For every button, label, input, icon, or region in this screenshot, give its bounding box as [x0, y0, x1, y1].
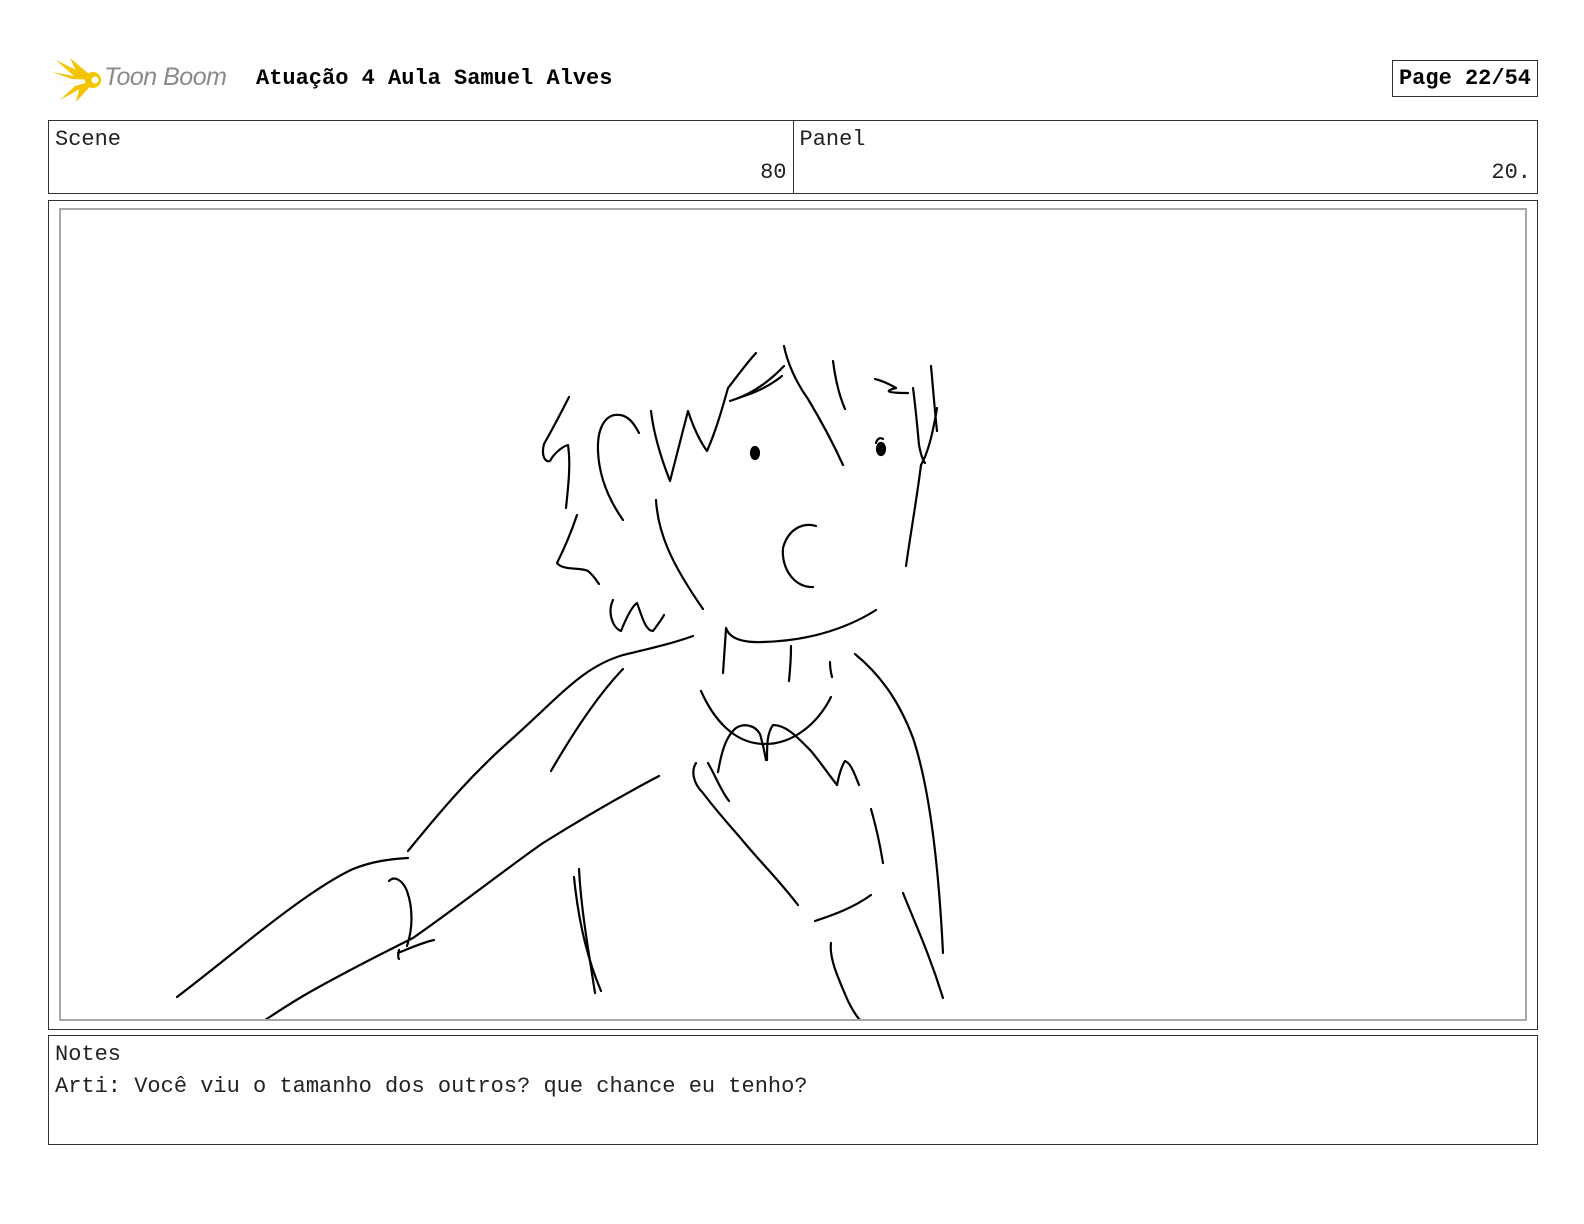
notes-text: Arti: Você viu o tamanho dos outros? que…: [55, 1074, 808, 1099]
document-title: Atuação 4 Aula Samuel Alves: [256, 66, 613, 91]
logo-text: Toon Boom: [104, 63, 227, 91]
page-number: Page 22/54: [1391, 60, 1538, 97]
scene-label: Scene: [55, 127, 122, 152]
page-header: Toon Boom Atuação 4 Aula Samuel Alves Pa…: [48, 56, 1538, 104]
storyboard-panel: [48, 200, 1538, 1030]
scene-value: 80: [760, 160, 787, 185]
panel-label: Panel: [799, 127, 866, 152]
toon-boom-logo: Toon Boom: [52, 56, 242, 104]
panel-frame: [59, 208, 1527, 1021]
character-sketch: [175, 344, 945, 1019]
panel-cell: Panel 20.: [792, 121, 1538, 193]
scene-cell: Scene 80: [49, 121, 793, 193]
scene-panel-info: Scene 80 Panel 20.: [48, 120, 1538, 194]
panel-value: 20.: [1491, 160, 1531, 185]
notes-label: Notes: [55, 1042, 122, 1067]
starburst-icon: [52, 58, 101, 102]
notes-section: Notes Arti: Você viu o tamanho dos outro…: [48, 1035, 1538, 1145]
